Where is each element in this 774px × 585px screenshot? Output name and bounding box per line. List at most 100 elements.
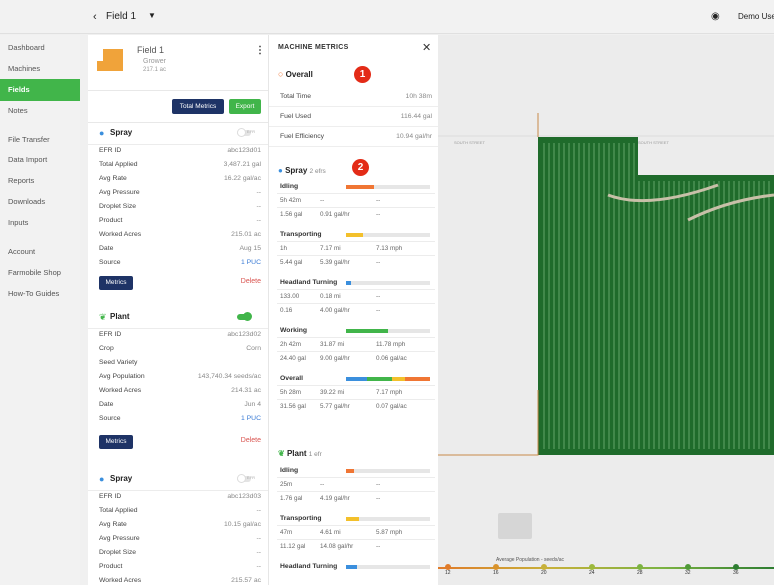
detail-value: 215.01 ac	[231, 231, 261, 238]
block-value: 7.13 mph	[376, 245, 403, 252]
detail-row: Crop Corn	[88, 343, 268, 357]
sidebar-item-farmobile-shop[interactable]: Farmobile Shop	[0, 262, 80, 284]
close-icon[interactable]: ✕	[422, 41, 431, 54]
row-divider	[277, 207, 435, 208]
map-canvas[interactable]	[438, 35, 774, 585]
block-value: 5.77 gal/hr	[320, 403, 350, 410]
detail-value: 10.15 gal/ac	[223, 521, 261, 528]
block-value: --	[376, 211, 381, 218]
droplet-icon: ●	[99, 474, 105, 484]
operation-toggle[interactable]: EFR	[237, 474, 255, 483]
caret-down-icon[interactable]: ▼	[148, 11, 156, 20]
kebab-menu-icon[interactable]: ⋮	[255, 45, 265, 56]
block-value: 39.22 mi	[320, 389, 345, 396]
toggle-knob	[237, 128, 246, 137]
sidebar-item-machines[interactable]: Machines	[0, 58, 80, 80]
row-divider	[277, 351, 435, 352]
block-value: 5h 42m	[280, 197, 302, 204]
sidebar-item-fields[interactable]: Fields	[0, 79, 80, 101]
delete-link[interactable]: Delete	[241, 437, 261, 444]
bar-segment	[367, 377, 393, 381]
block-value: 31.87 mi	[320, 341, 345, 348]
metrics-button[interactable]: Metrics	[99, 435, 133, 449]
delete-link[interactable]: Delete	[241, 278, 261, 285]
sidebar-item-data-import[interactable]: Data Import	[0, 149, 80, 171]
source-link[interactable]: 1 PUC	[241, 415, 261, 422]
export-button[interactable]: Export	[229, 99, 261, 114]
source-link[interactable]: 1 PUC	[241, 259, 261, 266]
operation-header: ❦ Plant	[88, 307, 268, 329]
block-value: 14.08 gal/hr	[320, 543, 354, 550]
bar-segment	[392, 377, 405, 381]
bar-fill	[346, 517, 360, 521]
block-value: --	[376, 197, 381, 204]
field-title[interactable]: Field 1	[106, 11, 136, 22]
chevron-left-icon[interactable]: ‹	[93, 11, 97, 23]
metric-row: Fuel Used 116.44 gal	[269, 107, 438, 127]
bar-segment	[404, 377, 430, 381]
sidebar-item-how-to-guides[interactable]: How-To Guides	[0, 283, 80, 305]
detail-value: 215.57 ac	[231, 577, 261, 584]
sidebar-item-reports[interactable]: Reports	[0, 170, 80, 192]
metric-key: Fuel Efficiency	[280, 133, 325, 140]
block-value: 1.76 gal	[280, 495, 303, 502]
detail-value: --	[256, 203, 261, 210]
total-metrics-button[interactable]: Total Metrics	[172, 99, 224, 114]
detail-row: Date Aug 15	[88, 243, 268, 257]
toggle-label: EFR	[247, 475, 255, 480]
legend-tick: 16	[493, 570, 499, 576]
operation-toggle[interactable]	[237, 312, 252, 321]
block-label: Headland Turning	[280, 563, 338, 570]
detail-row: Worked Acres 215.57 ac	[88, 575, 268, 585]
detail-value: --	[256, 549, 261, 556]
row-divider	[277, 255, 435, 256]
detail-value: --	[256, 563, 261, 570]
spray-efr-count: 2 efrs	[309, 168, 326, 175]
detail-key: Worked Acres	[99, 577, 142, 584]
block-value: --	[376, 481, 381, 488]
row-divider	[277, 385, 435, 386]
sidebar-item-dashboard[interactable]: Dashboard	[0, 37, 80, 59]
detail-key: Worked Acres	[99, 231, 142, 238]
row-divider	[277, 491, 435, 492]
detail-row: Avg Pressure --	[88, 187, 268, 201]
panel-title: MACHINE METRICS	[278, 44, 349, 51]
plant-title: Plant	[286, 449, 307, 458]
top-bar: ‹ Field 1 ▼ ◉ Demo Use	[0, 0, 774, 34]
operation-toggle[interactable]: EFR	[237, 128, 255, 137]
detail-row: EFR ID abc123d03	[88, 491, 268, 505]
block-value: 0.06 gal/ac	[376, 355, 407, 362]
detail-value: Jun 4	[244, 401, 261, 408]
detail-value: 3,487.21 gal	[223, 161, 261, 168]
block-value: 5.44 gal	[280, 259, 303, 266]
sidebar-item-downloads[interactable]: Downloads	[0, 191, 80, 213]
block-value: 1h	[280, 245, 288, 252]
field-map[interactable]: SOUTH STREET SOUTH STREET Average Popula…	[438, 35, 774, 585]
user-name[interactable]: Demo Use	[738, 12, 774, 21]
sidebar-item-inputs[interactable]: Inputs	[0, 212, 80, 234]
detail-key: Avg Rate	[99, 175, 127, 182]
road-label: SOUTH STREET	[454, 140, 485, 145]
detail-key: Droplet Size	[99, 203, 137, 210]
field-actions: Total Metrics Export	[88, 90, 268, 123]
detail-value: --	[256, 217, 261, 224]
block-label: Transporting	[280, 231, 322, 238]
metric-value: 10h 38m	[405, 93, 432, 100]
detail-row: EFR ID abc123d01	[88, 145, 268, 159]
detail-key: Avg Pressure	[99, 189, 140, 196]
field-name: Field 1	[137, 45, 165, 55]
block-label: Transporting	[280, 515, 322, 522]
detail-key: Droplet Size	[99, 549, 137, 556]
detail-key: Avg Rate	[99, 521, 127, 528]
block-value: 5.87 mph	[376, 529, 403, 536]
row-divider	[277, 477, 435, 478]
sidebar-item-account[interactable]: Account	[0, 241, 80, 263]
sidebar-item-file-transfer[interactable]: File Transfer	[0, 129, 80, 151]
block-value: --	[376, 495, 381, 502]
bar-fill	[346, 329, 388, 333]
metrics-button[interactable]: Metrics	[99, 276, 133, 290]
sidebar-item-notes[interactable]: Notes	[0, 100, 80, 122]
toggle-knob	[243, 312, 252, 321]
detail-row: Worked Acres 214.31 ac	[88, 385, 268, 399]
user-circle-icon[interactable]: ◉	[711, 11, 720, 22]
